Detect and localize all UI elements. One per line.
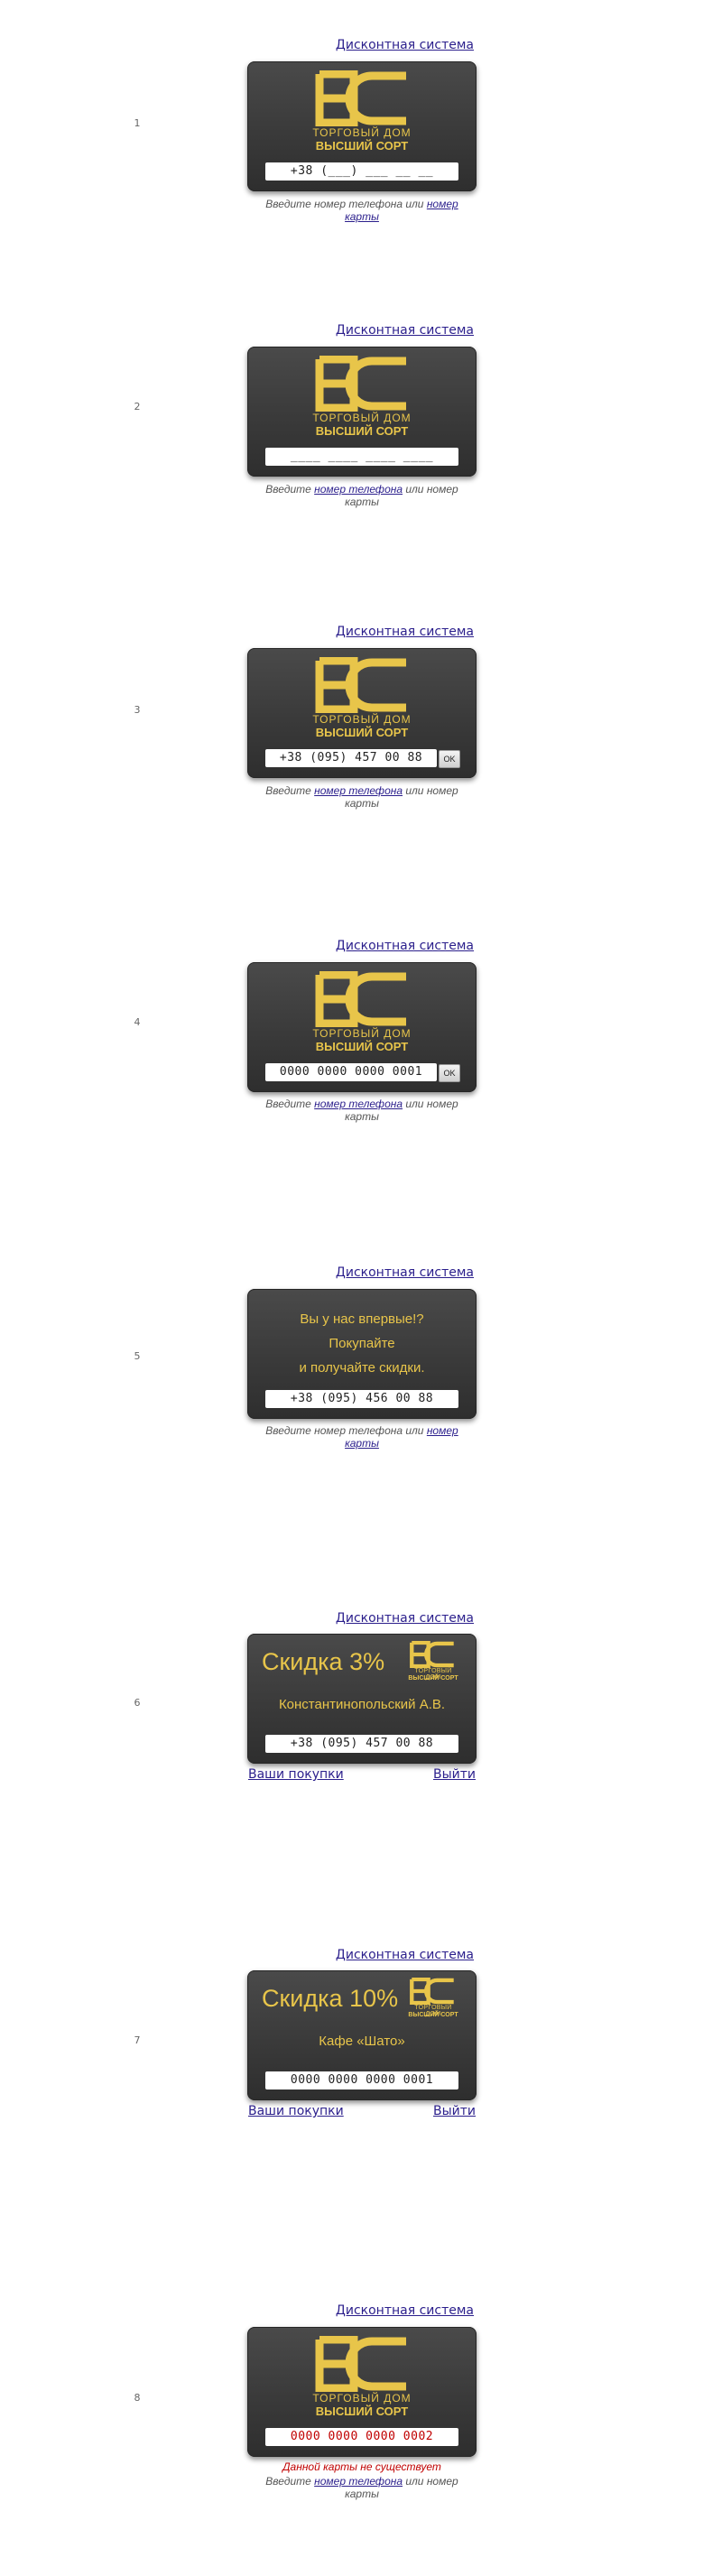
- variant-number: 4: [134, 1016, 141, 1028]
- brand-line-2: ВЫСШИЙ СОРТ: [315, 139, 409, 153]
- hint-middle: или: [403, 198, 427, 210]
- purchases-link[interactable]: Ваши покупки: [248, 1767, 344, 1782]
- variant-number: 5: [134, 1350, 141, 1362]
- card-number-display: 0000 0000 0000 0001: [265, 2071, 458, 2090]
- hint-middle: или: [403, 1098, 427, 1110]
- hint-text: Введите номер телефона или номер карты: [247, 2475, 477, 2500]
- brand-line-2: ВЫСШИЙ СОРТ: [315, 1040, 409, 1053]
- hint-phone-link[interactable]: номер телефона: [314, 1098, 403, 1110]
- hint-text: Введите номер телефона или номер карты: [247, 198, 477, 223]
- hint-prefix: Введите: [265, 784, 315, 797]
- hint-prefix: Введите: [265, 483, 315, 496]
- logout-link[interactable]: Выйти: [433, 2104, 476, 2118]
- welcome-line-3: и получайте скидки.: [299, 1360, 425, 1376]
- hint-phone: номер телефона: [314, 198, 403, 210]
- logout-link[interactable]: Выйти: [433, 1767, 476, 1782]
- phone-input[interactable]: +38 (___) ___ __ __: [265, 162, 458, 181]
- welcome-line-2: Покупайте: [329, 1336, 395, 1351]
- brand-line-1: ТОРГОВЫЙ ДОМ: [312, 1027, 412, 1040]
- variant-number: 8: [134, 2392, 141, 2404]
- card: ТОРГОВЫЙ ДОМ ВЫСШИЙ СОРТ 0000 0000 0000 …: [247, 2327, 477, 2457]
- phone-input[interactable]: +38 (095) 457 00 88: [265, 749, 437, 767]
- top-link-discount-system[interactable]: Дисконтная система: [336, 1265, 474, 1280]
- hint-middle: или: [403, 483, 427, 496]
- top-link-discount-system[interactable]: Дисконтная система: [336, 2303, 474, 2318]
- card: ТОРГОВЫЙ ДОМ ВЫСШИЙ СОРТ +38 (___) ___ _…: [247, 61, 477, 191]
- variant-number: 7: [134, 2034, 141, 2046]
- hint-text: Введите номер телефона или номер карты: [247, 1424, 477, 1450]
- brand-line-2: ВЫСШИЙ СОРТ: [315, 2405, 409, 2418]
- card: ТОРГОВЫЙ ДОМ ВЫСШИЙ СОРТ ____ ____ ____ …: [247, 347, 477, 477]
- bc-logo-icon: [315, 70, 406, 126]
- variant-number: 2: [134, 401, 141, 412]
- bc-logo-icon: [315, 2336, 406, 2392]
- card: ТОРГОВЫЙ ДОМ ВЫСШИЙ СОРТ +38 (095) 457 0…: [247, 648, 477, 778]
- brand-line-2: ВЫСШИЙ СОРТ: [315, 424, 409, 438]
- top-link-discount-system[interactable]: Дисконтная система: [336, 38, 474, 52]
- hint-phone: номер телефона: [314, 1424, 403, 1437]
- hint-text: Введите номер телефона или номер карты: [247, 1098, 477, 1123]
- hint-middle: или: [403, 1424, 427, 1437]
- ok-button[interactable]: OK: [439, 750, 460, 768]
- top-link-discount-system[interactable]: Дисконтная система: [336, 939, 474, 953]
- top-link-discount-system[interactable]: Дисконтная система: [336, 625, 474, 639]
- top-link-discount-system[interactable]: Дисконтная система: [336, 1611, 474, 1626]
- top-link-discount-system[interactable]: Дисконтная система: [336, 1948, 474, 1962]
- purchases-link[interactable]: Ваши покупки: [248, 2104, 344, 2118]
- bc-logo-small-icon: [410, 1641, 454, 1668]
- discount-title: Скидка 3%: [262, 1648, 385, 1675]
- card: ТОРГОВЫЙ ДОМ ВЫСШИЙ СОРТ 0000 0000 0000 …: [247, 962, 477, 1092]
- brand-small-line-2: ВЫСШИЙ СОРТ: [408, 1675, 458, 1682]
- bc-logo-icon: [315, 657, 406, 713]
- hint-middle: или: [403, 2475, 427, 2488]
- card-owner: Кафе «Шато»: [319, 2034, 405, 2049]
- variant-number: 3: [134, 704, 141, 716]
- hint-phone-link[interactable]: номер телефона: [314, 784, 403, 797]
- top-link-discount-system[interactable]: Дисконтная система: [336, 323, 474, 338]
- hint-text: Введите номер телефона или номер карты: [247, 483, 477, 508]
- error-message: Данной карты не существует: [282, 2460, 441, 2473]
- hint-prefix: Введите: [265, 1424, 315, 1437]
- phone-input[interactable]: +38 (095) 456 00 88: [265, 1390, 458, 1408]
- brand-line-1: ТОРГОВЫЙ ДОМ: [312, 2392, 412, 2405]
- card: Скидка 3% ТОРГОВЫЙ ДОМ ВЫСШИЙ СОРТ Конст…: [247, 1634, 477, 1764]
- hint-phone-link[interactable]: номер телефона: [314, 2475, 403, 2488]
- card-owner: Константинопольский А.В.: [278, 1697, 446, 1712]
- brand-line-1: ТОРГОВЫЙ ДОМ: [312, 412, 412, 424]
- bc-logo-icon: [315, 356, 406, 412]
- hint-middle: или: [403, 784, 427, 797]
- bc-logo-small-icon: [410, 1978, 454, 2005]
- hint-prefix: Введите: [265, 198, 315, 210]
- hint-text: Введите номер телефона или номер карты: [247, 784, 477, 810]
- ok-button[interactable]: OK: [439, 1064, 460, 1082]
- card: Скидка 10% ТОРГОВЫЙ ДОМ ВЫСШИЙ СОРТ Кафе…: [247, 1970, 477, 2100]
- brand-line-2: ВЫСШИЙ СОРТ: [315, 726, 409, 739]
- variant-number: 6: [134, 1697, 141, 1709]
- card-number-input[interactable]: 0000 0000 0000 0002: [265, 2428, 458, 2446]
- brand-line-1: ТОРГОВЫЙ ДОМ: [312, 126, 412, 139]
- card-number-input[interactable]: 0000 0000 0000 0001: [265, 1063, 437, 1081]
- phone-display: +38 (095) 457 00 88: [265, 1735, 458, 1753]
- card-number-input[interactable]: ____ ____ ____ ____: [265, 448, 458, 466]
- bc-logo-icon: [315, 971, 406, 1027]
- card: Вы у нас впервые!? Покупайте и получайте…: [247, 1289, 477, 1419]
- variant-number: 1: [134, 117, 141, 129]
- hint-prefix: Введите: [265, 1098, 315, 1110]
- brand-line-1: ТОРГОВЫЙ ДОМ: [312, 713, 412, 726]
- brand-small-line-2: ВЫСШИЙ СОРТ: [408, 2012, 458, 2018]
- hint-prefix: Введите: [265, 2475, 315, 2488]
- welcome-line-1: Вы у нас впервые!?: [300, 1311, 424, 1327]
- discount-title: Скидка 10%: [262, 1985, 399, 2012]
- hint-phone-link[interactable]: номер телефона: [314, 483, 403, 496]
